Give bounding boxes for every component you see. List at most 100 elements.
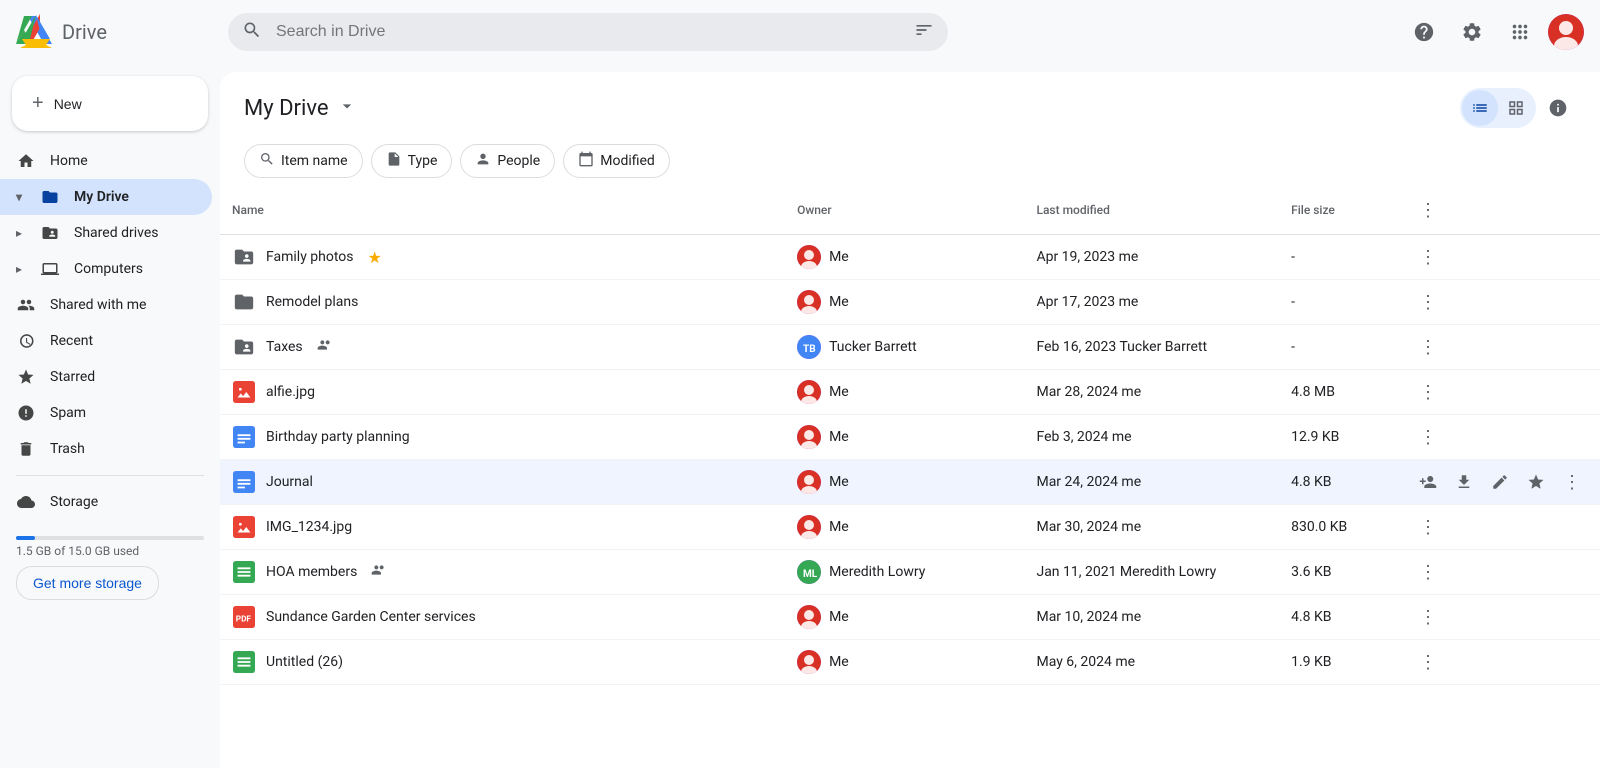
help-button[interactable] (1404, 12, 1444, 52)
file-size-cell: 4.8 KB (1279, 460, 1400, 505)
recent-icon (16, 331, 36, 351)
table-row[interactable]: HOA members ML Meredith Lowry Jan 11, 20… (220, 550, 1600, 595)
col-header-size[interactable]: File size (1279, 186, 1400, 235)
file-owner-cell: Me (785, 505, 1024, 550)
file-table: Name Owner Last modified File size ⋮ Fam… (220, 186, 1600, 685)
col-header-modified[interactable]: Last modified (1024, 186, 1279, 235)
table-row[interactable]: Remodel plans Me Apr 17, 2023 me - ⋮ (220, 280, 1600, 325)
shared-icon (317, 337, 333, 357)
row-more-btn[interactable]: ⋮ (1556, 466, 1588, 498)
filter-type-icon (386, 151, 402, 171)
filter-item-name[interactable]: Item name (244, 144, 363, 178)
my-drive-icon (40, 187, 60, 207)
drive-logo-icon (16, 12, 56, 52)
file-modified-cell: Jan 11, 2021 Meredith Lowry (1024, 550, 1279, 595)
owner-name: Meredith Lowry (829, 564, 925, 580)
filter-modified[interactable]: Modified (563, 144, 670, 178)
grid-view-button[interactable] (1498, 90, 1534, 126)
star-btn[interactable] (1520, 466, 1552, 498)
sidebar-item-recent[interactable]: Recent (0, 323, 212, 359)
owner-avatar: TB (797, 335, 821, 359)
row-more-btn[interactable]: ⋮ (1412, 376, 1444, 408)
file-icon (232, 470, 256, 494)
app-title: Drive (62, 20, 107, 44)
row-more-btn[interactable]: ⋮ (1412, 286, 1444, 318)
topbar-right (1404, 12, 1584, 52)
file-icon (232, 380, 256, 404)
col-header-actions[interactable]: ⋮ (1400, 186, 1600, 235)
search-filter-icon[interactable] (914, 20, 934, 44)
table-row[interactable]: IMG_1234.jpg Me Mar 30, 2024 me 830.0 KB… (220, 505, 1600, 550)
user-avatar[interactable] (1548, 14, 1584, 50)
sidebar-item-shared-drives[interactable]: ▸ Shared drives (0, 215, 212, 251)
search-input[interactable] (228, 13, 948, 51)
file-size: 12.9 KB (1291, 429, 1339, 445)
file-modified-cell: Mar 10, 2024 me (1024, 595, 1279, 640)
file-modified-cell: Mar 30, 2024 me (1024, 505, 1279, 550)
table-row[interactable]: PDF Sundance Garden Center services Me M… (220, 595, 1600, 640)
file-icon: PDF (232, 605, 256, 629)
get-more-storage-button[interactable]: Get more storage (16, 566, 159, 600)
row-more-btn[interactable]: ⋮ (1412, 241, 1444, 273)
modified-date: Apr 19, 2023 me (1036, 249, 1138, 265)
table-row[interactable]: Taxes TB Tucker Barrett Feb 16, 2023 Tuc… (220, 325, 1600, 370)
file-size: 1.9 KB (1291, 654, 1331, 670)
file-name-cell: Family photos ★ (220, 235, 785, 280)
row-more-btn[interactable]: ⋮ (1412, 421, 1444, 453)
filter-people[interactable]: People (460, 144, 555, 178)
file-icon (232, 425, 256, 449)
info-button[interactable] (1540, 90, 1576, 126)
file-actions-cell: ⋮ (1400, 460, 1600, 505)
file-owner-cell: Me (785, 595, 1024, 640)
file-size: - (1291, 294, 1295, 310)
sidebar-item-storage[interactable]: Storage (0, 484, 212, 520)
svg-text:TB: TB (803, 344, 816, 355)
row-more-btn[interactable]: ⋮ (1412, 646, 1444, 678)
table-row[interactable]: Untitled (26) Me May 6, 2024 me 1.9 KB ⋮ (220, 640, 1600, 685)
rename-btn[interactable] (1484, 466, 1516, 498)
row-more-btn[interactable]: ⋮ (1412, 601, 1444, 633)
modified-date: Feb 16, 2023 Tucker Barrett (1036, 339, 1207, 355)
file-modified-cell: Mar 24, 2024 me (1024, 460, 1279, 505)
table-row[interactable]: Journal Me Mar 24, 2024 me 4.8 KB (220, 460, 1600, 505)
owner-avatar (797, 290, 821, 314)
modified-date: Feb 3, 2024 me (1036, 429, 1131, 445)
filter-people-icon (475, 151, 491, 171)
row-more-btn[interactable]: ⋮ (1412, 556, 1444, 588)
sidebar-item-spam[interactable]: Spam (0, 395, 212, 431)
storage-bar-background (16, 536, 204, 540)
table-header-more-btn[interactable]: ⋮ (1412, 194, 1444, 226)
sidebar-item-trash[interactable]: Trash (0, 431, 212, 467)
sidebar-item-my-drive[interactable]: ▾ My Drive (0, 179, 212, 215)
sidebar-item-shared-with-me[interactable]: Shared with me (0, 287, 212, 323)
sidebar-item-starred[interactable]: Starred (0, 359, 212, 395)
row-more-btn[interactable]: ⋮ (1412, 331, 1444, 363)
list-view-button[interactable] (1462, 90, 1498, 126)
modified-date: Mar 10, 2024 me (1036, 609, 1141, 625)
table-row[interactable]: alfie.jpg Me Mar 28, 2024 me 4.8 MB ⋮ (220, 370, 1600, 415)
file-name: Taxes (266, 339, 303, 355)
sidebar-item-label-recent: Recent (50, 333, 93, 349)
sidebar-item-home[interactable]: Home (0, 143, 212, 179)
owner-avatar (797, 425, 821, 449)
modified-date: Mar 24, 2024 me (1036, 474, 1141, 490)
file-table-body: Family photos ★ Me Apr 19, 2023 me - ⋮ R… (220, 235, 1600, 685)
row-more-btn[interactable]: ⋮ (1412, 511, 1444, 543)
new-button[interactable]: + New (12, 76, 208, 131)
col-header-owner[interactable]: Owner (785, 186, 1024, 235)
apps-button[interactable] (1500, 12, 1540, 52)
file-actions-cell: ⋮ (1400, 370, 1600, 415)
filter-type[interactable]: Type (371, 144, 453, 178)
drive-title: My Drive (244, 96, 357, 121)
starred-icon (16, 367, 36, 387)
settings-button[interactable] (1452, 12, 1492, 52)
add-people-btn[interactable] (1412, 466, 1444, 498)
sidebar-item-label-shared: Shared with me (50, 297, 146, 313)
col-header-name[interactable]: Name (220, 186, 785, 235)
table-row[interactable]: Birthday party planning Me Feb 3, 2024 m… (220, 415, 1600, 460)
sidebar-item-label-my-drive: My Drive (74, 189, 129, 205)
sidebar-item-computers[interactable]: ▸ Computers (0, 251, 212, 287)
download-btn[interactable] (1448, 466, 1480, 498)
drive-title-dropdown-btn[interactable] (337, 96, 357, 121)
table-row[interactable]: Family photos ★ Me Apr 19, 2023 me - ⋮ (220, 235, 1600, 280)
